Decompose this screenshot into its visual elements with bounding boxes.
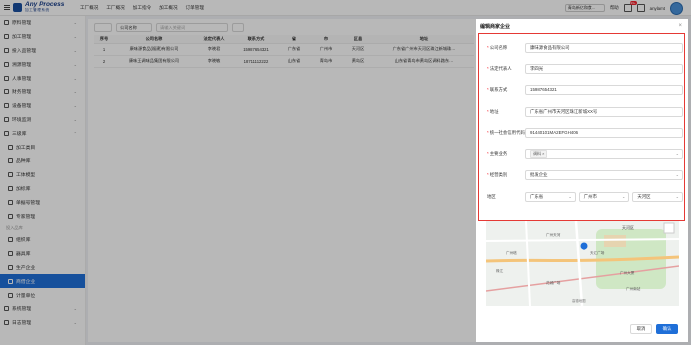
map-svg: [486, 221, 679, 306]
field-label: *联系方式: [487, 87, 508, 92]
close-icon[interactable]: ×: [678, 23, 682, 29]
drawer-title: 编辑商家企业: [480, 23, 511, 30]
field-label: *经营类别: [487, 172, 508, 177]
form-highlight-box: *公司名称 康味源食品有限公司 *法定代表人 李四光 *联系方式 1598765…: [478, 33, 685, 221]
form-row-phone: *联系方式 15987654321: [487, 84, 683, 96]
map-label: 广州南站: [626, 287, 641, 291]
drawer-footer: 取消 确认: [476, 320, 688, 338]
map-label: 花城广场: [546, 281, 561, 285]
form-row-address: *地址 广东省广州市天河区珠江新城XX号: [487, 106, 683, 118]
map-label: 珠江: [496, 269, 504, 273]
business-select[interactable]: 调料 × ⌄: [525, 149, 683, 159]
address-input[interactable]: 广东省广州市天河区珠江新城XX号: [525, 107, 683, 117]
category-select[interactable]: 批发企业 ⌄: [525, 170, 683, 180]
chevron-down-icon: ⌄: [568, 194, 572, 199]
confirm-button[interactable]: 确认: [656, 324, 678, 334]
district-select[interactable]: 天河区 ⌄: [632, 192, 684, 202]
field-label: *主要业务: [487, 151, 508, 156]
map-label: 天河区: [622, 225, 634, 230]
map-label: 天汇广场: [590, 251, 605, 255]
cancel-button[interactable]: 取消: [630, 324, 652, 334]
form-row-legal: *法定代表人 李四光: [487, 63, 683, 75]
field-label: *统一社会信用代码: [487, 130, 525, 135]
chevron-down-icon: ⌄: [621, 194, 626, 199]
phone-input[interactable]: 15987654321: [525, 85, 683, 95]
city-select[interactable]: 广州市 ⌄: [578, 192, 630, 202]
map-label: 广州塔: [506, 251, 517, 255]
legal-rep-input[interactable]: 李四光: [525, 64, 683, 74]
field-label: *地址: [487, 109, 499, 114]
field-label: *法定代表人: [487, 66, 512, 71]
chevron-down-icon: ⌄: [675, 151, 679, 156]
map-label: 广州天河: [546, 233, 561, 237]
business-tag[interactable]: 调料 ×: [530, 150, 548, 158]
form-row-grade: *经营类别 批发企业 ⌄: [487, 169, 683, 181]
form-row-region: 地区 广东省 ⌄ 广州市 ⌄ 天河区 ⌄: [487, 191, 684, 203]
map-attribution: 高德地图: [572, 299, 586, 303]
location-map[interactable]: 天河区 广州天河 广州塔 天汇广场 广州大厦 珠江 花城广场 广州南站 高德地图: [486, 221, 679, 306]
chevron-down-icon: ⌄: [675, 194, 680, 199]
company-name-input[interactable]: 康味源食品有限公司: [525, 43, 683, 53]
province-select[interactable]: 广东省 ⌄: [525, 192, 576, 202]
credit-code-input[interactable]: 91440101MA2EFGH406: [525, 128, 683, 138]
field-label: 地区: [487, 194, 496, 199]
form-row-company: *公司名称 康味源食品有限公司: [487, 42, 683, 54]
form-row-business: *主要业务 调料 × ⌄: [487, 148, 683, 160]
chevron-down-icon: ⌄: [675, 172, 679, 177]
form-row-credit: *统一社会信用代码 91440101MA2EFGH406: [487, 127, 683, 139]
field-label: *公司名称: [487, 45, 508, 50]
map-label: 广州大厦: [620, 271, 635, 275]
